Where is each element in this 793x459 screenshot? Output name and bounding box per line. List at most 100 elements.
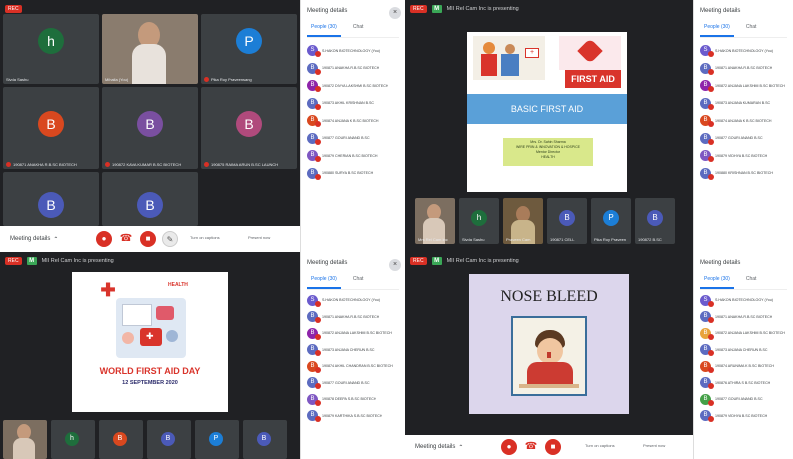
list-item[interactable]: B 190873 ANJANA CHERUN B.SC — [307, 342, 403, 359]
participant-tile[interactable]: B 190871 CELL — [547, 198, 587, 244]
meeting-details-button[interactable]: Meeting details ⌃ — [10, 236, 58, 243]
list-item[interactable]: B 190873 ANJANA KUMARAN B.SC — [700, 95, 791, 113]
list-item[interactable]: S S.HAKON BIOTECHNOLOGY (You) — [307, 292, 403, 309]
tab-people[interactable]: People (30) — [700, 24, 734, 37]
list-item[interactable]: B 190871 ANAKHA R.B.SC BIOTECH — [700, 60, 791, 78]
list-item[interactable]: S S.HAKON BIOTECHNOLOGY (You) — [700, 42, 791, 60]
list-item[interactable]: S S.HAKON BIOTECHNOLOGY (You) — [700, 292, 791, 309]
present-now-button[interactable]: Present now — [643, 443, 665, 448]
mic-off-button[interactable]: ● — [96, 231, 112, 247]
captions-button[interactable]: Turn on captions — [190, 235, 220, 240]
list-item[interactable]: B 190877 GOURI ANAND B.SC — [700, 391, 791, 408]
tab-chat[interactable]: Chat — [353, 276, 364, 289]
participant-tile-video[interactable] — [3, 420, 47, 459]
participant-tile[interactable]: B 190871 ANAKHA R.B.SC BIOTECH — [3, 87, 99, 169]
avatar: B — [307, 62, 321, 75]
participant-name: 190872 KAVA KUMAR B.SC BIOTECH — [105, 162, 181, 167]
hang-up-icon: ☎ — [119, 233, 133, 244]
list-item[interactable]: B 190880 SURYA B.SC BIOTECH — [307, 165, 403, 183]
list-item[interactable]: B 190872 DIVYA LAKSHMI B.SC BIOTECH — [307, 77, 403, 95]
participant-tile-video[interactable]: Mihaila (You) — [102, 14, 198, 84]
mic-off-icon: ● — [101, 234, 107, 243]
participant-tile[interactable]: h — [51, 420, 95, 459]
video-grid: REC h Sivda Sashu Mihaila (You) P Pika R… — [0, 0, 300, 226]
captions-button[interactable]: Turn on captions — [585, 443, 615, 448]
participant-tile[interactable]: B — [3, 172, 99, 226]
participant-tile[interactable]: P — [195, 420, 239, 459]
end-call-button[interactable]: ☎ — [523, 439, 539, 455]
participant-tile[interactable]: B — [99, 420, 143, 459]
tab-chat[interactable]: Chat — [746, 24, 757, 37]
panel-tabs: People (30) Chat — [700, 24, 787, 38]
tab-people[interactable]: People (30) — [307, 24, 341, 37]
participant-tile[interactable]: B — [243, 420, 287, 459]
list-item[interactable]: B 190872 ANJANA LAKSHMI B.SC BIOTECH — [700, 77, 791, 95]
participant-tile[interactable]: h Sivda Sashu — [3, 14, 99, 84]
participant-tile[interactable]: B — [147, 420, 191, 459]
meeting-details-button[interactable]: Meeting details ⌃ — [415, 444, 463, 451]
list-item[interactable]: B 190871 ANAKHA R.B.SC BIOTECH — [307, 309, 403, 326]
list-item[interactable]: B 190874 AKHIL CHANDRAN B.SC BIOTECH — [307, 358, 403, 375]
meet-logo-icon: M — [431, 5, 442, 13]
participant-name: 190871 ANAKHA R.B.SC BIOTECH — [6, 162, 77, 167]
list-item[interactable]: B 190879 CHERIAN B.SC BIOTECH — [307, 147, 403, 165]
tab-people[interactable]: People (30) — [307, 276, 341, 289]
tab-chat[interactable]: Chat — [746, 276, 757, 289]
participant-tile-video[interactable]: Mrs Rel Cam Inc — [415, 198, 455, 244]
list-item[interactable]: B 190879 VIDHYA B.SC BIOTECH — [700, 147, 791, 165]
list-item[interactable]: B 190874 ANJANA K B.SC BIOTECH — [700, 112, 791, 130]
meeting-details-panel: Meeting details × People (30) Chat S S.HA… — [300, 0, 405, 252]
participant-tile[interactable]: B 190872 B.SC — [635, 198, 675, 244]
present-now-button[interactable]: Present now — [248, 235, 270, 240]
list-item[interactable]: B 190878 DEEPA S.B.SC BIOTECH — [307, 391, 403, 408]
participant-name: 190871 CELL — [550, 237, 575, 242]
avatar: B — [137, 111, 163, 137]
end-call-button[interactable]: ☎ — [118, 231, 134, 247]
avatar: S — [307, 45, 321, 58]
first-aid-badge: FIRST AID — [565, 70, 621, 88]
avatar: B — [700, 410, 714, 423]
list-item[interactable]: B 190872 ANJANA LAKSHMI B.SC BIOTECH — [307, 325, 403, 342]
participant-tile[interactable]: P Pika Roy Praveensang — [201, 14, 297, 84]
participant-tile[interactable]: h Sivda Sashu — [459, 198, 499, 244]
list-item[interactable]: B 190871 ANAKHA R.B.SC BIOTECH — [700, 309, 791, 326]
panel-title: Meeting details — [700, 260, 741, 266]
camera-off-button[interactable]: ■ — [545, 439, 561, 455]
tab-chat[interactable]: Chat — [353, 24, 364, 37]
avatar: B — [700, 360, 714, 373]
list-item[interactable]: B 190871 ANAKHA R.B.SC BIOTECH — [307, 60, 403, 78]
close-icon[interactable]: × — [389, 259, 401, 271]
participant-tile[interactable]: B — [102, 172, 198, 226]
mic-off-icon — [6, 162, 11, 167]
list-item[interactable]: B 190873 AKHIL KRISHNAN B.SC — [307, 95, 403, 113]
panel-title: Meeting details — [307, 260, 348, 266]
present-button[interactable]: ✎ — [162, 231, 178, 247]
participant-tile[interactable]: P Pika Roy Praveen — [591, 198, 631, 244]
list-item[interactable]: B 190880 KRISHNAN B.SC BIOTECH — [700, 165, 791, 183]
participant-tile[interactable]: B 190872 KAVA KUMAR B.SC BIOTECH — [102, 87, 198, 169]
list-item[interactable]: B 190872 ANJANA LAKSHMI B.SC BIOTECH — [700, 325, 791, 342]
tab-people[interactable]: People (30) — [700, 276, 734, 289]
list-item[interactable]: B 190877 GOURI ANAND B.SC — [307, 375, 403, 392]
list-item[interactable]: S S.HAKON BIOTECHNOLOGY (You) — [307, 42, 403, 60]
close-icon[interactable]: × — [389, 7, 401, 19]
slide-subtitle: 12 SEPTEMBER 2020 — [122, 380, 178, 386]
list-item[interactable]: B 190877 GOURI ANAND B.SC — [307, 130, 403, 148]
avatar: S — [307, 294, 321, 307]
avatar: S — [700, 45, 714, 58]
participant-tile-video[interactable]: Praveen Cam — [503, 198, 543, 244]
list-item[interactable]: B 190876 ATHIRA S B.SC BIOTECH — [700, 375, 791, 392]
list-item[interactable]: B 190879 KARTHIKA S.B.SC BIOTECH — [307, 408, 403, 425]
avatar: B — [700, 311, 714, 324]
list-item[interactable]: B 190874 ANJANA K B.SC BIOTECH — [307, 112, 403, 130]
list-item[interactable]: B 190873 ANJANA CHERUN B.SC — [700, 342, 791, 359]
avatar: B — [559, 210, 575, 226]
participant-name: Pika Roy Praveensang — [204, 77, 252, 82]
mic-off-button[interactable]: ● — [501, 439, 517, 455]
camera-off-button[interactable]: ■ — [140, 231, 156, 247]
list-item[interactable]: B 190879 VIDHYA B.SC BIOTECH — [700, 408, 791, 425]
list-item[interactable]: B 190874 ARUNIMA K B.SC BIOTECH — [700, 358, 791, 375]
list-item[interactable]: B 190877 GOURI ANAND B.SC — [700, 130, 791, 148]
participant-tile[interactable]: B 190875 RAIMA ARUN B.SC LAUNCH — [201, 87, 297, 169]
participant-name: Praveen Cam — [506, 237, 531, 242]
